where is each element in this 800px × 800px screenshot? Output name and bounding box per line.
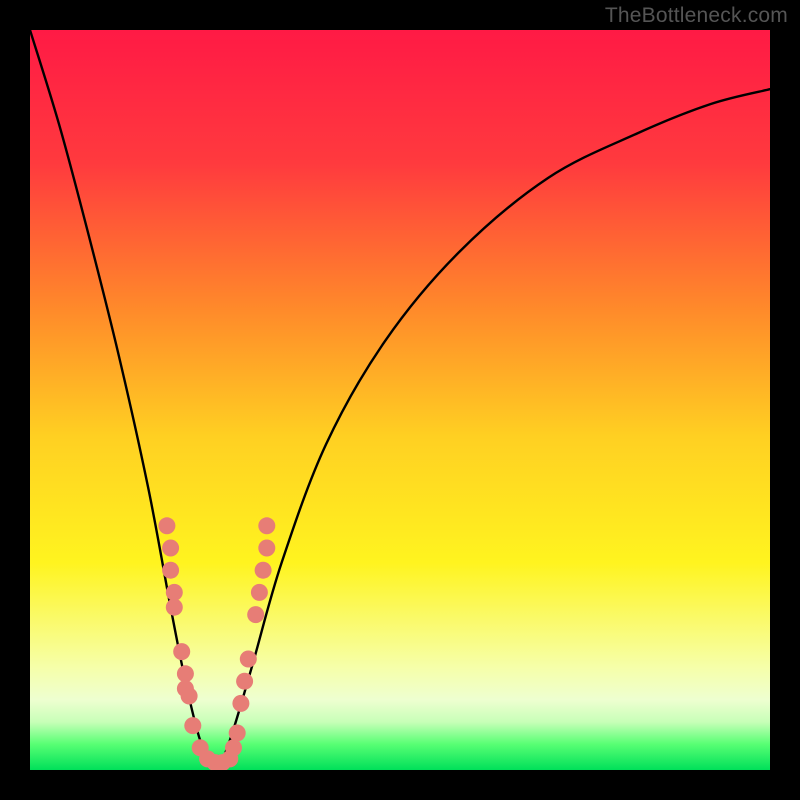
highlight-dot (240, 651, 257, 668)
highlight-dot (258, 540, 275, 557)
plot-svg (30, 30, 770, 770)
watermark-text: TheBottleneck.com (605, 4, 788, 28)
gradient-rect (30, 30, 770, 770)
highlight-dot (229, 725, 246, 742)
highlight-dot (247, 606, 264, 623)
outer-frame: TheBottleneck.com (0, 0, 800, 800)
highlight-dot (166, 599, 183, 616)
plot-area (30, 30, 770, 770)
highlight-dot (162, 562, 179, 579)
highlight-dot (258, 517, 275, 534)
highlight-dot (173, 643, 190, 660)
highlight-dot (251, 584, 268, 601)
highlight-dot (225, 739, 242, 756)
highlight-dot (232, 695, 249, 712)
highlight-dot (184, 717, 201, 734)
highlight-dot (162, 540, 179, 557)
highlight-dot (181, 688, 198, 705)
highlight-dot (255, 562, 272, 579)
highlight-dot (166, 584, 183, 601)
highlight-dot (236, 673, 253, 690)
highlight-dot (177, 665, 194, 682)
highlight-dot (158, 517, 175, 534)
